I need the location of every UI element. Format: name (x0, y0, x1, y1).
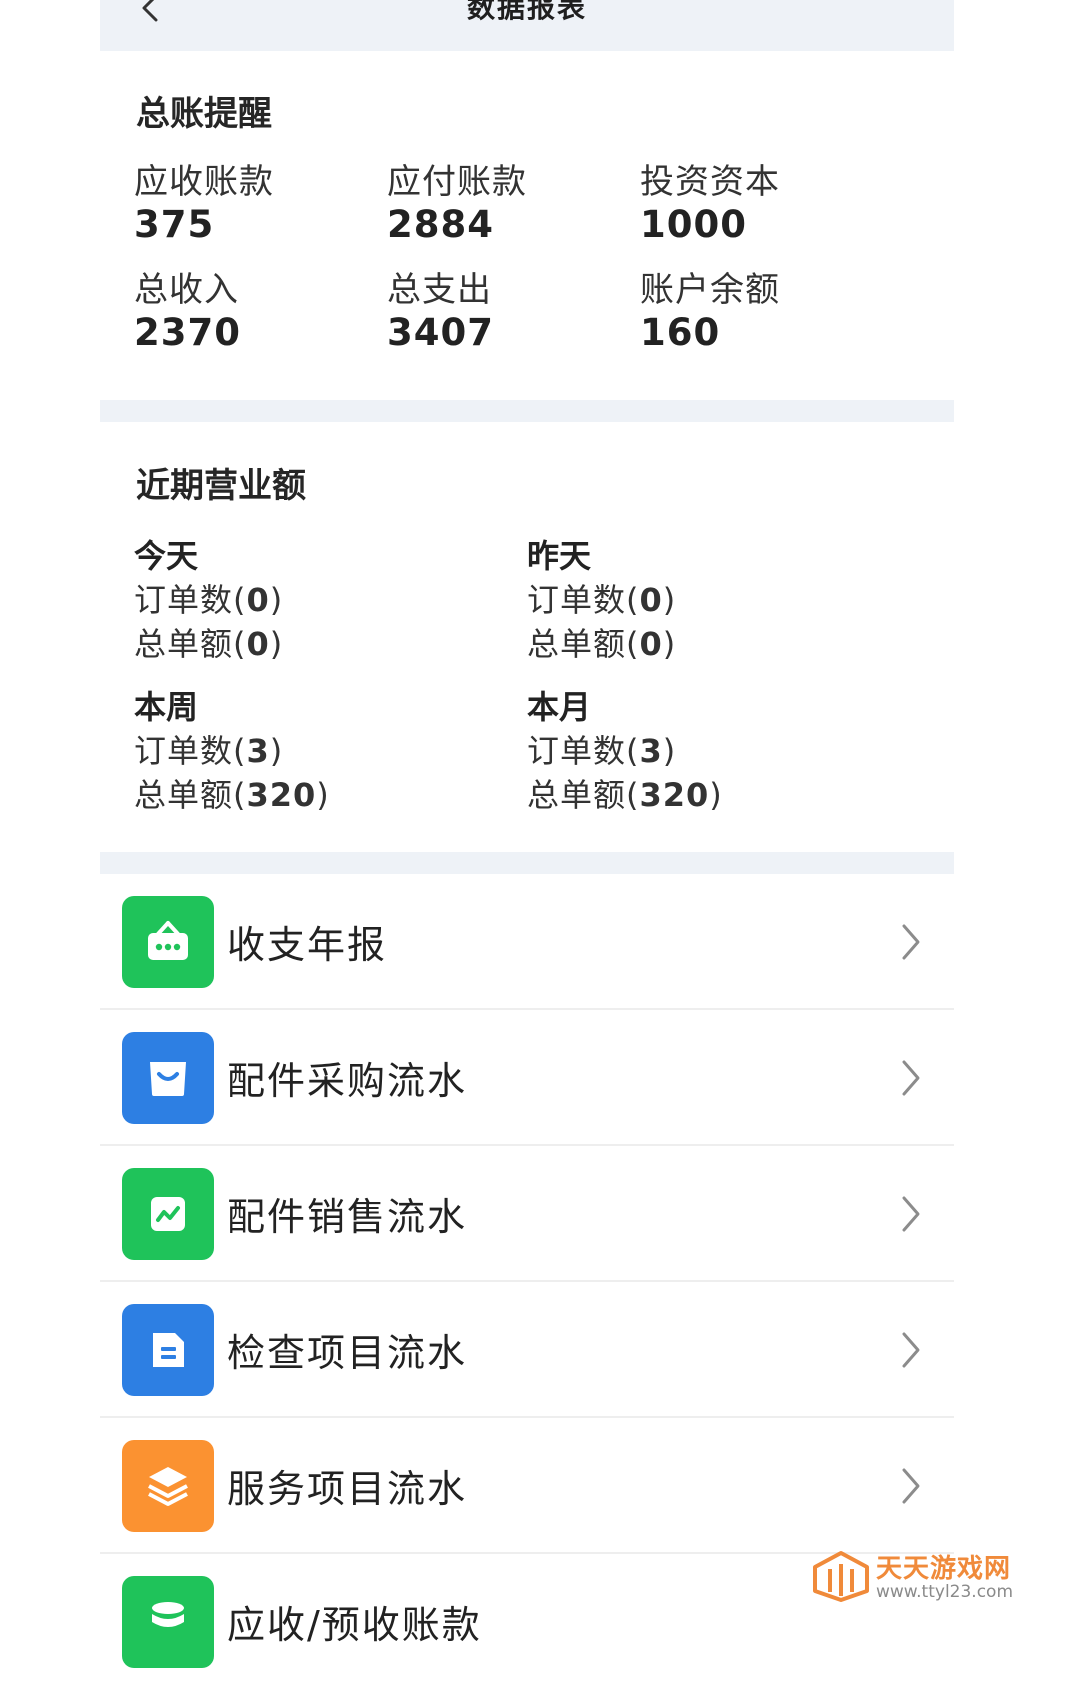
report-page: 数据报表 总账提醒 应收账款 375 应付账款 2884 投资资本 1000 总… (100, 0, 954, 1668)
stat-value: 2370 (134, 311, 241, 354)
bag-icon (122, 1032, 214, 1124)
period-yesterday[interactable]: 昨天 订单数(0) 总单额(0) (527, 534, 907, 666)
revenue-section-title: 近期营业额 (136, 466, 306, 506)
stat-investment[interactable]: 投资资本 1000 (640, 162, 890, 248)
watermark-title: 天天游戏网 (876, 1554, 1012, 1584)
order-count: 订单数(3) (527, 732, 677, 770)
period-title: 昨天 (527, 537, 592, 575)
stat-label: 应付账款 (387, 162, 527, 202)
menu-label: 应收/预收账款 (227, 1603, 482, 1647)
period-today[interactable]: 今天 订单数(0) 总单额(0) (134, 534, 514, 666)
stat-total-expense[interactable]: 总支出 3407 (387, 270, 637, 356)
period-this-month[interactable]: 本月 订单数(3) 总单额(320) (527, 685, 907, 817)
menu-label: 检查项目流水 (227, 1331, 468, 1375)
stat-label: 投资资本 (640, 162, 780, 202)
order-amount: 总单额(0) (527, 625, 677, 663)
menu-label: 配件采购流水 (227, 1059, 468, 1103)
stat-value: 160 (640, 311, 721, 354)
section-divider (100, 400, 954, 422)
database-icon (122, 1576, 214, 1668)
menu-item-inspection[interactable]: 检查项目流水 (100, 1282, 954, 1418)
menu-item-parts-sales[interactable]: 配件销售流水 (100, 1146, 954, 1282)
section-divider (100, 852, 954, 874)
chevron-right-icon (902, 1332, 920, 1368)
menu-label: 收支年报 (227, 923, 388, 967)
top-bar: 数据报表 (100, 0, 954, 51)
order-amount: 总单额(0) (134, 625, 284, 663)
stat-receivable[interactable]: 应收账款 375 (134, 162, 384, 248)
watermark: 天天游戏网 www.ttyl23.com (812, 1548, 1042, 1608)
stat-label: 账户余额 (640, 270, 780, 310)
layers-icon (122, 1440, 214, 1532)
menu-label: 配件销售流水 (227, 1195, 468, 1239)
menu-label: 服务项目流水 (227, 1467, 468, 1511)
period-title: 本周 (134, 688, 199, 726)
page-title: 数据报表 (466, 0, 587, 24)
ledger-section-title: 总账提醒 (136, 94, 272, 134)
order-amount: 总单额(320) (134, 776, 330, 814)
document-icon (122, 1304, 214, 1396)
watermark-url: www.ttyl23.com (876, 1582, 1014, 1602)
stat-value: 375 (134, 203, 215, 246)
stat-label: 应收账款 (134, 162, 274, 202)
order-count: 订单数(0) (134, 581, 284, 619)
menu-item-service[interactable]: 服务项目流水 (100, 1418, 954, 1554)
menu-item-annual-report[interactable]: 收支年报 (100, 874, 954, 1010)
stat-label: 总收入 (134, 270, 239, 310)
trend-chart-icon (122, 1168, 214, 1260)
stat-account-balance[interactable]: 账户余额 160 (640, 270, 890, 356)
period-this-week[interactable]: 本周 订单数(3) 总单额(320) (134, 685, 514, 817)
order-amount: 总单额(320) (527, 776, 723, 814)
order-count: 订单数(0) (527, 581, 677, 619)
chevron-right-icon (902, 1196, 920, 1232)
chevron-right-icon (902, 1060, 920, 1096)
stat-value: 3407 (387, 311, 494, 354)
stat-value: 1000 (640, 203, 747, 246)
stat-label: 总支出 (387, 270, 492, 310)
order-count: 订单数(3) (134, 732, 284, 770)
stat-value: 2884 (387, 203, 494, 246)
menu-item-parts-purchase[interactable]: 配件采购流水 (100, 1010, 954, 1146)
period-title: 本月 (527, 688, 592, 726)
stat-payable[interactable]: 应付账款 2884 (387, 162, 637, 248)
stat-total-income[interactable]: 总收入 2370 (134, 270, 384, 356)
watermark-logo-icon (813, 1551, 869, 1602)
chevron-right-icon (902, 1468, 920, 1504)
period-title: 今天 (134, 537, 199, 575)
chevron-right-icon (902, 924, 920, 960)
shopping-bag-icon (122, 896, 214, 988)
